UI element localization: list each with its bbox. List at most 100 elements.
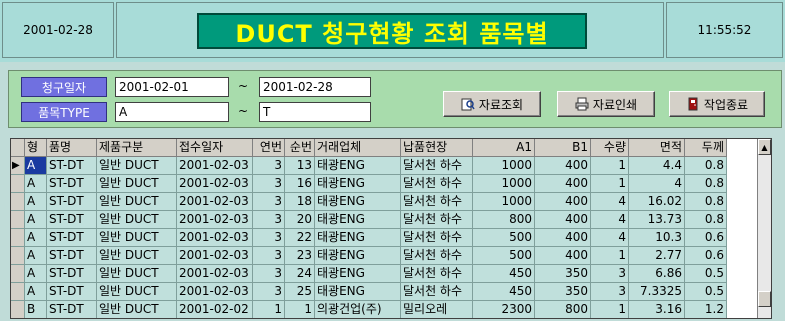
table-cell[interactable]: 3 [591,265,629,283]
scroll-up-icon[interactable]: ▲ [758,139,771,155]
table-cell[interactable]: 1 [591,175,629,193]
table-cell[interactable]: 400 [535,157,591,175]
table-cell[interactable]: 4 [591,229,629,247]
column-header[interactable]: A1 [473,139,535,157]
table-cell[interactable]: 1000 [473,157,535,175]
table-row[interactable]: A ST-DT 일반 DUCT 2001-02-03 3 22 태광ENG 달서천 하수 500… [11,229,757,247]
table-cell[interactable]: 일반 DUCT [97,229,177,247]
table-cell[interactable]: 일반 DUCT [97,265,177,283]
table-cell[interactable]: 1000 [473,193,535,211]
table-cell[interactable]: 달서천 하수 [401,157,473,175]
table-cell[interactable]: 달서천 하수 [401,175,473,193]
table-cell[interactable]: B [25,301,47,318]
table-cell[interactable]: ST-DT [47,265,97,283]
table-cell[interactable]: 0.8 [685,157,727,175]
table-cell[interactable]: 0.8 [685,175,727,193]
column-header[interactable]: 납품현장 [401,139,473,157]
table-cell[interactable]: A [25,193,47,211]
table-cell[interactable]: 2001-02-02 [177,301,253,318]
column-header[interactable]: 면적 [629,139,685,157]
table-cell[interactable]: 태광ENG [315,193,401,211]
table-cell[interactable]: 500 [473,247,535,265]
table-cell[interactable]: 24 [285,265,315,283]
row-indicator[interactable] [11,265,25,283]
table-cell[interactable]: ST-DT [47,247,97,265]
table-cell[interactable]: 태광ENG [315,157,401,175]
table-cell[interactable]: 4 [591,211,629,229]
table-cell[interactable]: 4 [629,175,685,193]
table-cell[interactable]: ST-DT [47,193,97,211]
table-cell[interactable]: A [25,211,47,229]
table-cell[interactable]: ST-DT [47,283,97,301]
table-cell[interactable]: 0.6 [685,247,727,265]
column-header[interactable]: 제품구분 [97,139,177,157]
table-cell[interactable]: 태광ENG [315,247,401,265]
table-row[interactable]: ▶ A ST-DT 일반 DUCT 2001-02-03 3 13 태광ENG 달서천 하수 10… [11,157,757,175]
table-cell[interactable]: 3 [253,157,285,175]
table-cell[interactable]: 2001-02-03 [177,247,253,265]
table-cell[interactable]: 일반 DUCT [97,301,177,318]
table-cell[interactable]: 4 [591,193,629,211]
table-cell[interactable]: 달서천 하수 [401,193,473,211]
table-cell[interactable]: 일반 DUCT [97,211,177,229]
table-cell[interactable]: 일반 DUCT [97,175,177,193]
column-header[interactable]: 두께 [685,139,727,157]
table-cell[interactable]: 0.6 [685,229,727,247]
table-cell[interactable]: 16 [285,175,315,193]
table-cell[interactable]: 1 [285,301,315,318]
table-cell[interactable]: 1000 [473,175,535,193]
table-cell[interactable]: 밀리오레 [401,301,473,318]
row-indicator[interactable] [11,283,25,301]
table-cell[interactable]: 450 [473,283,535,301]
column-header[interactable]: 형 [25,139,47,157]
table-cell[interactable]: 4.4 [629,157,685,175]
table-row[interactable]: A ST-DT 일반 DUCT 2001-02-03 3 20 태광ENG 달서천 하수 800… [11,211,757,229]
table-cell[interactable]: 3 [253,175,285,193]
table-cell[interactable]: 2001-02-03 [177,229,253,247]
table-cell[interactable]: 2001-02-03 [177,211,253,229]
table-cell[interactable]: 달서천 하수 [401,229,473,247]
results-grid[interactable]: 형 품명 제품구분 접수일자 연번 순번 거래업체 납품현장 A1 B1 수량 면적 두께 ▶ A ST-DT… [10,138,772,319]
table-cell[interactable]: 3 [253,265,285,283]
table-cell[interactable]: 3 [253,247,285,265]
column-header[interactable]: B1 [535,139,591,157]
table-cell[interactable]: 400 [535,229,591,247]
table-cell[interactable]: 달서천 하수 [401,283,473,301]
table-cell[interactable]: 800 [535,301,591,318]
table-cell[interactable]: ST-DT [47,157,97,175]
table-cell[interactable]: 3 [253,283,285,301]
table-cell[interactable]: 1 [253,301,285,318]
table-cell[interactable]: 2001-02-03 [177,157,253,175]
row-indicator[interactable] [11,175,25,193]
column-header[interactable]: 연번 [253,139,285,157]
table-cell[interactable]: 2001-02-03 [177,175,253,193]
table-cell[interactable]: 1.2 [685,301,727,318]
table-cell[interactable]: 23 [285,247,315,265]
table-cell[interactable]: 일반 DUCT [97,193,177,211]
column-header[interactable]: 수량 [591,139,629,157]
table-cell[interactable]: 달서천 하수 [401,265,473,283]
table-cell[interactable]: 18 [285,193,315,211]
table-row[interactable]: A ST-DT 일반 DUCT 2001-02-03 3 25 태광ENG 달서천 하수 450… [11,283,757,301]
table-cell[interactable]: 3 [253,211,285,229]
table-cell[interactable]: A [25,157,47,175]
table-cell[interactable]: ST-DT [47,301,97,318]
row-indicator[interactable] [11,193,25,211]
table-cell[interactable]: 13.73 [629,211,685,229]
row-indicator[interactable] [11,211,25,229]
table-cell[interactable]: 0.5 [685,265,727,283]
table-cell[interactable]: 400 [535,193,591,211]
table-cell[interactable]: 1 [591,301,629,318]
claim-date-from-input[interactable]: 2001-02-01 [115,77,229,97]
table-cell[interactable]: 3 [591,283,629,301]
row-indicator[interactable]: ▶ [11,157,25,175]
vertical-scrollbar[interactable]: ▲ [757,139,771,318]
table-cell[interactable]: 25 [285,283,315,301]
table-cell[interactable]: 일반 DUCT [97,247,177,265]
table-cell[interactable]: A [25,175,47,193]
table-cell[interactable]: 7.3325 [629,283,685,301]
table-cell[interactable]: 22 [285,229,315,247]
column-header[interactable]: 순번 [285,139,315,157]
table-cell[interactable]: 10.3 [629,229,685,247]
table-cell[interactable]: 6.86 [629,265,685,283]
